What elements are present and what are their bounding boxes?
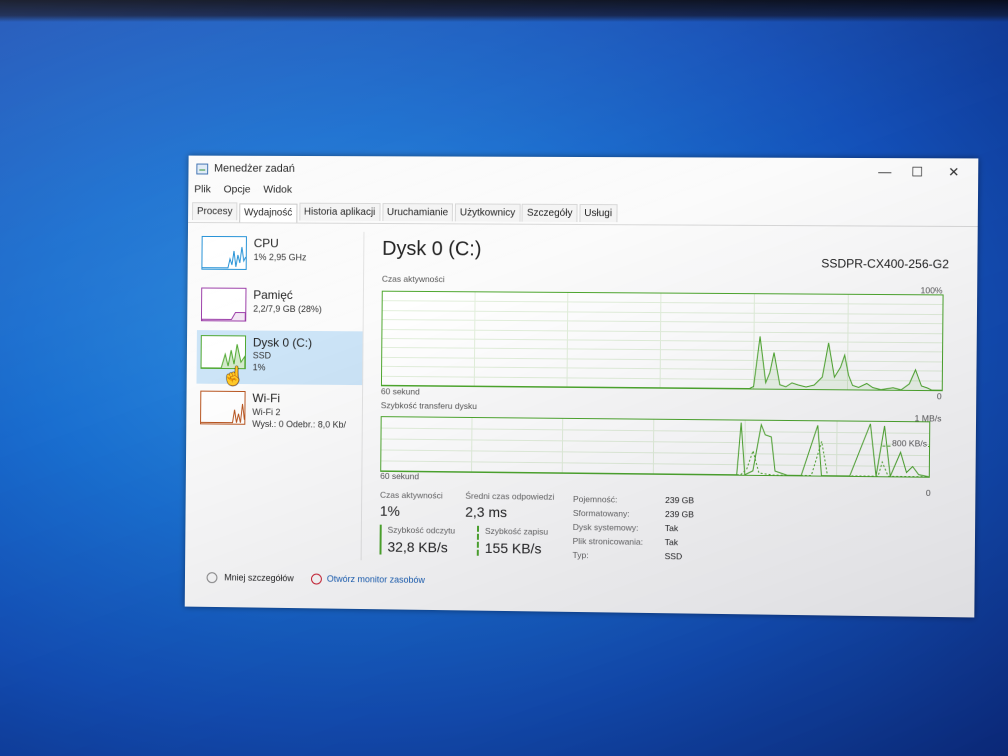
transfer-rate-graph: [380, 416, 931, 478]
tab-details[interactable]: Szczegóły: [521, 203, 578, 222]
resource-monitor-link[interactable]: Otwórz monitor zasobów: [327, 574, 425, 585]
write-speed-label: Szybkość zapisu: [484, 525, 549, 537]
menu-file[interactable]: Plik: [194, 183, 211, 195]
menu-options[interactable]: Opcje: [224, 183, 251, 195]
active-time-plot: [381, 292, 943, 391]
disk-thumbnail: [201, 335, 247, 369]
avg-response-label: Średni czas odpowiedzi: [465, 490, 555, 502]
prop-page-file-key: Plik stronicowania:: [572, 535, 644, 547]
tab-startup[interactable]: Uruchamianie: [381, 203, 454, 222]
sidebar-item-label: CPU: [253, 236, 279, 251]
prop-type-value: SSD: [664, 551, 683, 562]
disk-usage-text: 1%: [252, 362, 266, 373]
transfer-min: 0: [925, 487, 931, 498]
tab-performance[interactable]: Wydajność: [239, 203, 298, 223]
window-title: Menedżer zadań: [214, 162, 295, 175]
title-bar[interactable]: Menedżer zadań — ☐ ✕: [188, 156, 978, 187]
task-manager-window: Menedżer zadań — ☐ ✕ Plik Opcje Widok Pr…: [184, 155, 979, 618]
menu-bar: Plik Opcje Widok: [194, 183, 302, 199]
sidebar-item-memory[interactable]: Pamięć 2,2/7,9 GB (28%): [197, 283, 363, 336]
sidebar-item-label: Wi-Fi: [252, 391, 281, 406]
prop-formatted-key: Sformatowany:: [572, 507, 630, 519]
sidebar-item-label: Dysk 0 (C:): [252, 335, 313, 350]
tab-strip: Procesy Wydajność Historia aplikacji Uru…: [191, 202, 618, 224]
page-title: Dysk 0 (C:): [382, 237, 482, 261]
tab-users[interactable]: Użytkownicy: [454, 203, 521, 222]
close-icon[interactable]: ✕: [937, 162, 970, 182]
minimize-icon[interactable]: —: [869, 162, 902, 182]
active-time-span: 60 sekund: [380, 386, 420, 397]
read-speed-value: 32,8 KB/s: [387, 538, 448, 556]
disk-model: SSDPR-CX400-256-G2: [821, 256, 949, 272]
maximize-icon[interactable]: ☐: [901, 162, 934, 182]
chevron-up-icon[interactable]: [206, 572, 218, 584]
cpu-thumbnail: [201, 235, 247, 270]
wifi-adapter-text: Wi-Fi 2: [252, 406, 281, 418]
memory-usage-text: 2,2/7,9 GB (28%): [253, 303, 322, 315]
prop-system-disk-value: Tak: [664, 523, 679, 534]
prop-system-disk-key: Dysk systemowy:: [572, 521, 639, 533]
hand-cursor-icon: ☝: [222, 366, 245, 386]
tab-services[interactable]: Usługi: [579, 203, 618, 223]
write-indicator: [476, 525, 480, 556]
prop-capacity-value: 239 GB: [665, 494, 695, 506]
sidebar-item-wifi[interactable]: Wi-Fi Wi-Fi 2 Wysł.: 0 Odebr.: 8,0 Kb/: [196, 386, 362, 439]
task-manager-icon: [196, 163, 209, 175]
read-speed-label: Szybkość odczytu: [387, 524, 456, 536]
transfer-graph-label: Szybkość transferu dysku: [380, 400, 477, 412]
active-time-min: 0: [936, 391, 942, 402]
tab-processes[interactable]: Procesy: [191, 202, 238, 221]
prop-type-key: Typ:: [572, 549, 589, 561]
active-time-graph: [380, 290, 944, 392]
write-speed-value: 155 KB/s: [484, 539, 542, 557]
transfer-rate-plot: [381, 417, 929, 477]
prop-capacity-key: Pojemność:: [572, 493, 618, 505]
performance-sidebar: CPU 1% 2,95 GHz Pamięć 2,2/7,9 GB (28%) …: [195, 231, 364, 560]
transfer-mid: 800 KB/s: [892, 438, 928, 449]
active-time-stat-label: Czas aktywności: [379, 489, 443, 501]
prop-formatted-value: 239 GB: [664, 509, 694, 520]
sidebar-item-label: Pamięć: [253, 287, 293, 303]
wifi-thumbnail: [200, 390, 246, 425]
memory-thumbnail: [201, 287, 247, 322]
cpu-usage-text: 1% 2,95 GHz: [253, 252, 307, 263]
wifi-throughput-text: Wysł.: 0 Odebr.: 8,0 Kb/: [252, 418, 346, 430]
disk-type-text: SSD: [252, 350, 272, 361]
less-details-link[interactable]: Mniej szczegółów: [224, 572, 294, 583]
active-time-stat-value: 1%: [379, 502, 400, 519]
active-time-graph-label: Czas aktywności: [381, 273, 445, 285]
tab-app-history[interactable]: Historia aplikacji: [298, 202, 381, 221]
sidebar-item-cpu[interactable]: CPU 1% 2,95 GHz: [197, 231, 363, 284]
transfer-time-span: 60 sekund: [380, 470, 420, 482]
read-indicator: [379, 524, 382, 555]
monitor-top-edge: [0, 0, 1008, 22]
disk-detail-panel: Dysk 0 (C:) SSDPR-CX400-256-G2 Czas akty…: [379, 236, 949, 572]
prop-page-file-value: Tak: [664, 537, 679, 548]
menu-view[interactable]: Widok: [263, 184, 292, 196]
avg-response-value: 2,3 ms: [465, 503, 508, 521]
resource-monitor-icon[interactable]: [310, 573, 322, 585]
